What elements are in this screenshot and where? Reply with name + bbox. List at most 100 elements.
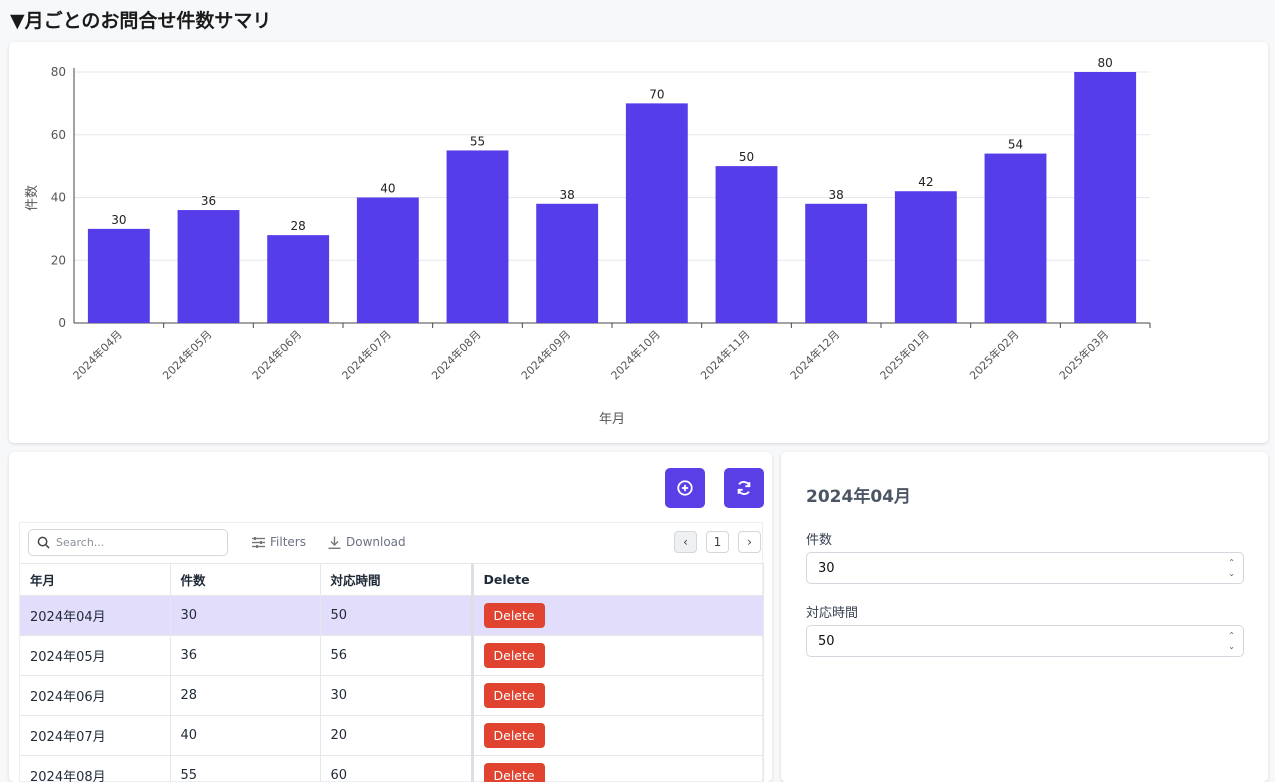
- cell-delete: Delete: [472, 636, 764, 676]
- y-tick-label: 60: [51, 128, 66, 142]
- x-tick-label: 2024年07月: [339, 327, 394, 382]
- data-label: 55: [470, 134, 485, 148]
- prev-page-button[interactable]: ‹: [674, 531, 697, 553]
- table-card: Filters Download ‹ 1 › 年月 件数 対応時間 Delete: [9, 452, 772, 782]
- x-tick-label: 2025年01月: [877, 327, 932, 382]
- table-row[interactable]: 2024年04月 30 50 Delete: [20, 596, 764, 636]
- grid-toolbar: Filters Download ‹ 1 ›: [20, 523, 762, 563]
- x-tick-label: 2025年02月: [966, 327, 1021, 382]
- cell-delete: Delete: [472, 716, 764, 756]
- refresh-icon: [735, 479, 753, 497]
- data-label: 54: [1008, 138, 1023, 152]
- delete-button[interactable]: Delete: [484, 603, 545, 628]
- y-tick-label: 80: [51, 65, 66, 79]
- bar: [716, 166, 778, 323]
- data-grid: Filters Download ‹ 1 › 年月 件数 対応時間 Delete: [19, 522, 763, 782]
- y-tick-label: 0: [58, 316, 66, 330]
- cell-month: 2024年06月: [20, 676, 170, 716]
- cell-month: 2024年05月: [20, 636, 170, 676]
- y-tick-label: 20: [51, 253, 66, 267]
- y-tick-label: 40: [51, 191, 66, 205]
- bar: [357, 198, 419, 324]
- detail-form-card: 2024年04月 件数 ⌃ ⌄ 対応時間 ⌃ ⌄: [781, 452, 1268, 782]
- table-row[interactable]: 2024年05月 36 56 Delete: [20, 636, 764, 676]
- x-tick-label: 2024年06月: [249, 327, 304, 382]
- delete-button[interactable]: Delete: [484, 763, 545, 782]
- x-tick-label: 2024年05月: [159, 327, 214, 382]
- next-page-button[interactable]: ›: [738, 531, 761, 553]
- time-field: ⌃ ⌄: [806, 625, 1244, 657]
- download-label: Download: [346, 535, 406, 549]
- form-title: 2024年04月: [806, 482, 911, 507]
- data-label: 42: [918, 175, 933, 189]
- download-icon: [328, 536, 341, 549]
- chevron-left-icon: ‹: [683, 535, 688, 549]
- chevron-up-icon[interactable]: ⌃: [1228, 630, 1235, 641]
- data-label: 28: [291, 219, 306, 233]
- column-header-month[interactable]: 年月: [20, 564, 170, 596]
- cell-time: 20: [320, 716, 472, 756]
- column-header-delete[interactable]: Delete: [472, 564, 764, 596]
- time-input[interactable]: [818, 634, 1198, 649]
- cell-count: 40: [170, 716, 320, 756]
- delete-button[interactable]: Delete: [484, 643, 545, 668]
- count-stepper[interactable]: ⌃ ⌄: [1228, 557, 1235, 579]
- x-tick-label: 2024年10月: [608, 327, 663, 382]
- data-label: 30: [111, 213, 126, 227]
- cell-delete: Delete: [472, 596, 764, 636]
- chevron-right-icon: ›: [747, 535, 752, 549]
- x-axis-label: 年月: [599, 412, 625, 427]
- cell-count: 28: [170, 676, 320, 716]
- data-label: 70: [649, 87, 664, 101]
- bar: [626, 103, 688, 323]
- refresh-button[interactable]: [724, 468, 764, 508]
- column-header-count[interactable]: 件数: [170, 564, 320, 596]
- cell-time: 30: [320, 676, 472, 716]
- x-tick-label: 2024年12月: [787, 327, 842, 382]
- data-table: 年月 件数 対応時間 Delete 2024年04月 30 50 Delete …: [20, 563, 764, 782]
- bar: [536, 204, 598, 323]
- delete-button[interactable]: Delete: [484, 683, 545, 708]
- search-box: [28, 529, 228, 556]
- count-label: 件数: [806, 529, 832, 548]
- page-title: ▼月ごとのお問合せ件数サマリ: [10, 6, 271, 33]
- filters-button[interactable]: Filters: [252, 535, 306, 549]
- count-input[interactable]: [818, 561, 1198, 576]
- cell-delete: Delete: [472, 676, 764, 716]
- cell-count: 36: [170, 636, 320, 676]
- table-row[interactable]: 2024年06月 28 30 Delete: [20, 676, 764, 716]
- chevron-down-icon[interactable]: ⌄: [1228, 641, 1235, 652]
- bar: [805, 204, 867, 323]
- data-label: 80: [1098, 56, 1113, 70]
- chevron-down-icon[interactable]: ⌄: [1228, 568, 1235, 579]
- filter-icon: [252, 537, 265, 548]
- chart-card: 020406080302024年04月362024年05月282024年06月4…: [9, 42, 1268, 443]
- cell-count: 30: [170, 596, 320, 636]
- data-label: 38: [829, 188, 844, 202]
- filters-label: Filters: [270, 535, 306, 549]
- x-tick-label: 2024年09月: [518, 327, 573, 382]
- search-input[interactable]: [56, 536, 216, 549]
- table-row[interactable]: 2024年07月 40 20 Delete: [20, 716, 764, 756]
- bar: [88, 229, 150, 323]
- column-header-time[interactable]: 対応時間: [320, 564, 472, 596]
- download-button[interactable]: Download: [328, 535, 406, 549]
- time-stepper[interactable]: ⌃ ⌄: [1228, 630, 1235, 652]
- plus-circle-icon: [676, 479, 694, 497]
- page-number[interactable]: 1: [706, 531, 729, 553]
- x-tick-label: 2024年04月: [70, 327, 125, 382]
- y-axis-label: 件数: [25, 185, 40, 211]
- count-field: ⌃ ⌄: [806, 552, 1244, 584]
- bar: [178, 210, 240, 323]
- bar-chart: 020406080302024年04月362024年05月282024年06月4…: [9, 42, 1268, 443]
- search-icon: [37, 536, 50, 549]
- time-label: 対応時間: [806, 602, 858, 621]
- chevron-up-icon[interactable]: ⌃: [1228, 557, 1235, 568]
- delete-button[interactable]: Delete: [484, 723, 545, 748]
- x-tick-label: 2024年11月: [697, 327, 752, 382]
- bar: [1074, 72, 1136, 323]
- bar: [267, 235, 329, 323]
- data-label: 40: [380, 182, 395, 196]
- add-button[interactable]: [665, 468, 705, 508]
- cell-month: 2024年04月: [20, 596, 170, 636]
